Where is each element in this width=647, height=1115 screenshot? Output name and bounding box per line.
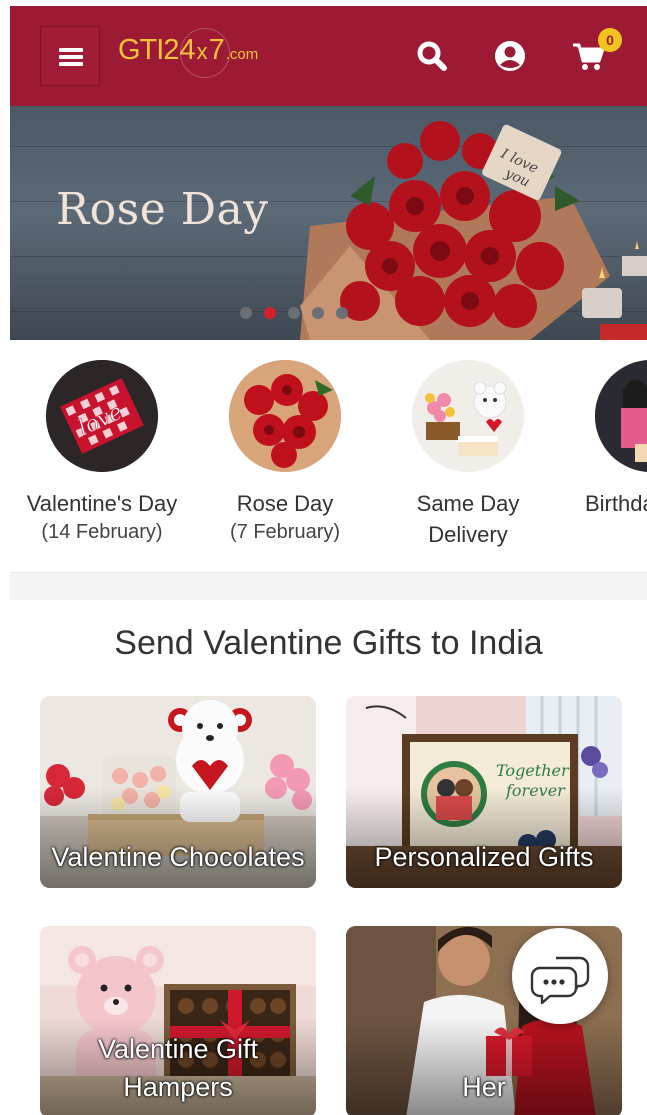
category-label: Same Day Delivery [416,491,520,547]
banner-dot[interactable] [240,307,252,319]
banner-dot[interactable] [288,307,300,319]
tile-label: Valentine Chocolates [51,842,305,872]
banner-dot[interactable] [312,307,324,319]
category-rose-day[interactable]: Rose Day (7 February) [205,360,365,545]
menu-button[interactable] [40,26,100,86]
category-birthday-gifts[interactable]: Birthday Gifts [571,360,647,519]
cart-count-badge: 0 [598,28,622,52]
category-label: Valentine's Day [26,491,178,516]
site-logo[interactable]: GTI 24 x 7 .com [118,28,258,78]
category-image: love [46,360,158,472]
category-same-day-delivery[interactable]: Same Day Delivery [388,360,548,550]
category-valentines-day[interactable]: love Valentine's Day (14 February) [22,360,182,545]
section-title: Send Valentine Gifts to India [114,624,543,662]
hero-banner[interactable]: I love you Rose Day [10,106,647,340]
menu-icon [59,48,83,52]
tile-personalized-gifts[interactable]: Together forever Personalized Gifts [346,696,622,888]
category-image [229,360,341,472]
user-icon[interactable] [492,38,528,74]
category-carousel[interactable]: love Valentine's Day (14 February) Rose … [10,340,647,572]
category-sublabel: (7 February) [229,521,341,543]
tile-valentine-chocolates[interactable]: Valentine Chocolates [40,696,316,888]
banner-pagination[interactable] [240,307,348,319]
tile-label: Valentine Gift Hampers [97,1034,259,1102]
category-image [595,360,647,472]
tile-label: Personalized Gifts [374,842,594,872]
search-icon[interactable] [414,38,450,74]
category-label: Rose Day [236,491,334,516]
banner-title: Rose Day [56,184,269,235]
tile-valentine-gift-hampers[interactable]: Valentine Gift Hampers [40,926,316,1115]
banner-dot-active[interactable] [264,307,276,319]
tile-label: Her [462,1072,506,1102]
chat-button[interactable] [512,928,608,1024]
page-frame: GTI 24 x 7 .com 0 I love you Rose Day lo… [10,6,647,1115]
category-label: Birthday Gifts [584,491,647,516]
section-divider [10,572,647,600]
chat-icon [530,956,590,1005]
app-header: GTI 24 x 7 .com 0 [10,6,647,106]
category-image [412,360,524,472]
svg-text:Together: Together [496,761,570,780]
category-sublabel: (14 February) [41,521,163,543]
banner-dot[interactable] [336,307,348,319]
